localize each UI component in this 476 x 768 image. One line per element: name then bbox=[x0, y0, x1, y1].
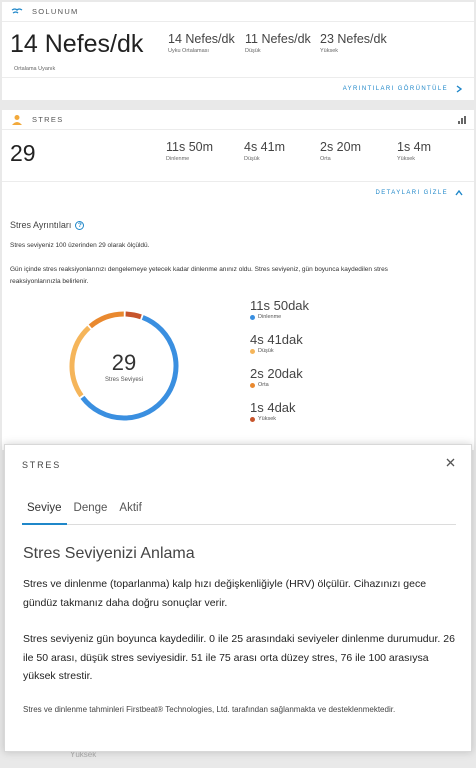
chevron-up-icon bbox=[454, 188, 464, 198]
stat-label: Orta bbox=[320, 156, 331, 162]
respiration-title: SOLUNUM bbox=[32, 7, 79, 16]
legend-value: 2s 20dak bbox=[250, 366, 303, 381]
stat-label: Yüksek bbox=[320, 48, 339, 54]
legend-label: Dinlenme bbox=[258, 314, 282, 320]
tab-seviye[interactable]: Seviye bbox=[22, 499, 67, 525]
donut-segment-low bbox=[69, 325, 91, 398]
stress-main-value: 29 bbox=[10, 140, 36, 166]
respiration-card: SOLUNUM 14 Nefes/dk Ortalama Uyanık 14 N… bbox=[2, 2, 474, 100]
stress-stat-rest: 11s 50m Dinlenme bbox=[166, 140, 213, 162]
chevron-right-icon bbox=[454, 84, 464, 94]
modal-title: STRES bbox=[22, 460, 62, 470]
lungs-icon bbox=[10, 6, 24, 18]
view-details-label: AYRINTILARI GÖRÜNTÜLE bbox=[342, 85, 448, 92]
stress-donut-chart: 29 Stres Seviyesi bbox=[69, 311, 179, 421]
stress-explanation-text: Gün içinde stres reaksiyonlarınızı denge… bbox=[10, 266, 388, 285]
modal-heading: Stres Seviyenizi Anlama bbox=[23, 545, 195, 562]
help-icon[interactable]: ? bbox=[75, 220, 85, 230]
hide-details-link[interactable]: DETAYLARI GİZLE bbox=[2, 181, 474, 203]
stat-value: 2s 20m bbox=[320, 140, 361, 154]
view-details-link[interactable]: AYRINTILARI GÖRÜNTÜLE bbox=[2, 77, 474, 99]
stress-card: STRES 29 11s 50m Dinlenme 4s 41m Düşük 2… bbox=[2, 110, 474, 450]
stress-stat-low: 4s 41m Düşük bbox=[244, 140, 285, 162]
stress-stat-medium: 2s 20m Orta bbox=[320, 140, 361, 162]
respiration-main-label: Ortalama Uyanık bbox=[14, 66, 56, 72]
stat-label: Düşük bbox=[244, 156, 260, 162]
close-icon[interactable] bbox=[443, 455, 457, 469]
stat-value: 14 Nefes/dk bbox=[168, 32, 235, 46]
stat-value: 4s 41m bbox=[244, 140, 285, 154]
respiration-stats: 14 Nefes/dk Ortalama Uyanık 14 Nefes/dk … bbox=[2, 22, 474, 77]
modal-footnote: Stres ve dinlenme tahminleri Firstbeat® … bbox=[23, 705, 396, 714]
legend-low: 4s 41dak Düşük bbox=[250, 332, 303, 354]
tab-aktif[interactable]: Aktif bbox=[114, 499, 146, 525]
details-title-text: Stres Ayrıntıları bbox=[10, 220, 72, 230]
stress-details-title: Stres Ayrıntıları ? bbox=[10, 220, 85, 230]
stat-label: Dinlenme bbox=[166, 156, 190, 162]
donut-label: Stres Seviyesi bbox=[105, 377, 143, 383]
stat-label: Düşük bbox=[245, 48, 261, 54]
stress-summary-text: Stres seviyeniz 100 üzerinden 29 olarak … bbox=[10, 242, 150, 249]
legend-dot-low bbox=[250, 348, 255, 354]
stat-value: 11 Nefes/dk bbox=[245, 32, 311, 46]
legend-dot-medium bbox=[250, 382, 255, 388]
modal-paragraph-1: Stres ve dinlenme (toparlanma) kalp hızı… bbox=[23, 578, 427, 609]
respiration-stat-sleep: 14 Nefes/dk Uyku Ortalaması bbox=[168, 32, 235, 54]
legend-label: Düşük bbox=[258, 348, 274, 354]
modal-tabs: Seviye Denge Aktif bbox=[22, 499, 456, 525]
legend-value: 11s 50dak bbox=[250, 298, 310, 313]
stat-label: Yüksek bbox=[397, 156, 416, 162]
modal-paragraph-2: Stres seviyeniz gün boyunca kaydedilir. … bbox=[23, 633, 455, 682]
respiration-stat-low: 11 Nefes/dk Düşük bbox=[245, 32, 311, 54]
stat-value: 11s 50m bbox=[166, 140, 214, 154]
legend-dot-rest bbox=[250, 314, 255, 320]
legend-rest: 11s 50dak Dinlenme bbox=[250, 298, 309, 320]
stress-info-modal: STRES Seviye Denge Aktif Stres Seviyeniz… bbox=[4, 444, 472, 752]
legend-label: Orta bbox=[258, 382, 269, 388]
respiration-header: SOLUNUM bbox=[2, 2, 474, 22]
stress-title: STRES bbox=[32, 115, 64, 124]
respiration-stat-high: 23 Nefes/dk Yüksek bbox=[320, 32, 387, 54]
legend-value: 4s 41dak bbox=[250, 332, 303, 347]
donut-value: 29 bbox=[112, 350, 136, 375]
legend-medium: 2s 20dak Orta bbox=[250, 366, 303, 388]
respiration-main-value: 14 Nefes/dk bbox=[10, 30, 144, 58]
tab-denge[interactable]: Denge bbox=[69, 499, 113, 525]
stat-label: Uyku Ortalaması bbox=[168, 48, 209, 54]
legend-value: 1s 4dak bbox=[250, 400, 296, 415]
person-icon bbox=[10, 114, 24, 126]
stress-stat-high: 1s 4m Yüksek bbox=[397, 140, 431, 162]
chart-icon[interactable] bbox=[458, 115, 466, 124]
legend-label: Yüksek bbox=[258, 416, 277, 422]
stat-value: 23 Nefes/dk bbox=[320, 32, 387, 46]
donut-segment-high bbox=[125, 311, 142, 320]
donut-segment-medium bbox=[88, 311, 124, 329]
legend-dot-high bbox=[250, 416, 255, 422]
stress-stats: 29 11s 50m Dinlenme 4s 41m Düşük 2s 20m … bbox=[2, 130, 474, 181]
stress-header: STRES bbox=[2, 110, 474, 130]
stat-value: 1s 4m bbox=[397, 140, 432, 154]
legend-high: 1s 4dak Yüksek bbox=[250, 400, 296, 422]
hide-details-label: DETAYLARI GİZLE bbox=[375, 189, 448, 196]
